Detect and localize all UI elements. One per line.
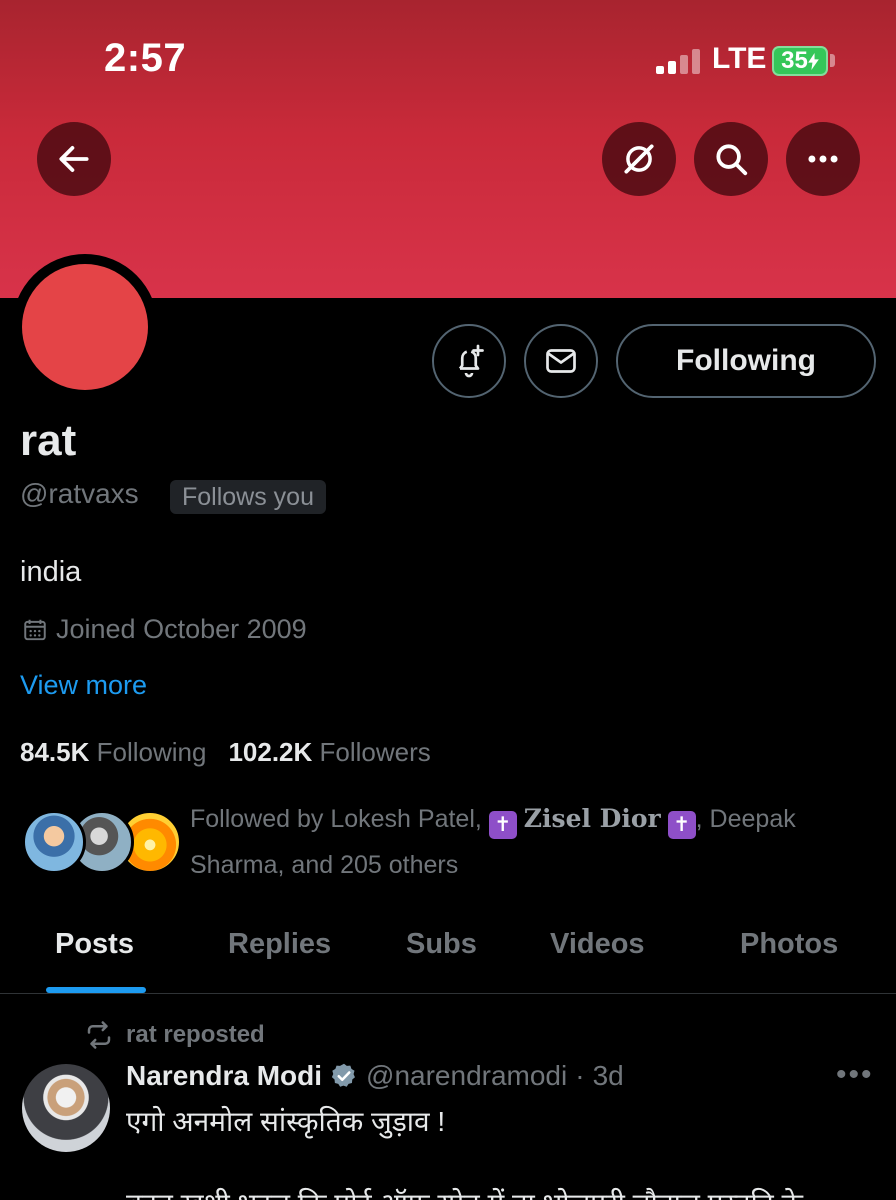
post-time: 3d <box>592 1060 624 1091</box>
message-button[interactable] <box>524 324 598 398</box>
battery-tip <box>830 54 835 67</box>
followed-by-fancy-name: 𝐙𝐢𝐬𝐞𝐥 𝐃𝐢𝐨𝐫 <box>523 804 661 833</box>
followers-count: 102.2K <box>228 737 313 767</box>
tab-replies[interactable]: Replies <box>228 928 331 961</box>
joined-label: Joined October 2009 <box>56 614 307 644</box>
repost-indicator: rat reposted <box>84 1020 265 1050</box>
follows-you-badge: Follows you <box>170 480 326 514</box>
display-name: rat <box>20 416 77 465</box>
joined-date: Joined October 2009 <box>22 614 307 645</box>
mutual-followers-avatars[interactable] <box>22 810 182 876</box>
following-label: Following <box>96 737 207 767</box>
post-author-name[interactable]: Narendra Modi <box>126 1060 322 1092</box>
calendar-icon <box>24 619 46 640</box>
tab-subs[interactable]: Subs <box>406 928 477 961</box>
following-count: 84.5K <box>20 737 90 767</box>
avatar-image <box>22 264 148 390</box>
more-button[interactable] <box>786 122 860 196</box>
network-label: LTE <box>712 42 767 75</box>
post-text: एगो अनमोल सांस्कृतिक जुड़ाव ! <box>126 1106 446 1137</box>
post-separator: · <box>575 1060 585 1091</box>
following-button[interactable]: Following <box>616 324 876 398</box>
grok-icon <box>624 144 654 174</box>
tab-photos[interactable]: Photos <box>740 928 838 961</box>
cross-emoji-icon: ✝ <box>667 811 696 839</box>
more-horizontal-icon <box>808 155 838 163</box>
post-more-button[interactable]: ••• <box>836 1058 874 1092</box>
followed-by-prefix: Followed by Lokesh Patel, <box>190 805 482 833</box>
profile-handle: @ratvaxs <box>20 478 139 509</box>
repost-label: rat reposted <box>126 1021 265 1048</box>
profile-bio: india <box>20 556 82 588</box>
tab-videos[interactable]: Videos <box>550 928 645 961</box>
battery-level: 35 <box>781 47 808 74</box>
search-icon <box>716 144 748 176</box>
profile-tabs: Posts Replies Subs Videos Photos <box>0 920 896 994</box>
post-text-partial: बहुत खुशी भइल कि पोर्ट ऑफ स्पेन में ना भ… <box>126 1184 803 1200</box>
notify-button[interactable] <box>432 324 506 398</box>
post-author-handle: @narendramodi <box>366 1060 568 1091</box>
mutual-avatar <box>22 810 86 874</box>
back-button[interactable] <box>37 122 111 196</box>
repost-icon <box>87 1021 111 1049</box>
arrow-left-icon <box>59 146 89 172</box>
charging-bolt-icon <box>808 52 819 70</box>
verified-badge-icon <box>331 1063 355 1087</box>
cross-emoji-icon: ✝ <box>488 811 517 839</box>
follow-stats: 84.5K Following 102.2K Followers <box>20 737 431 768</box>
active-tab-indicator <box>46 987 146 993</box>
battery-icon: 35 <box>772 46 828 76</box>
envelope-icon <box>546 349 576 373</box>
post-author-avatar[interactable] <box>22 1064 110 1152</box>
followed-by-text[interactable]: Followed by Lokesh Patel, ✝ 𝐙𝐢𝐬𝐞𝐥 𝐃𝐢𝐨𝐫 ✝… <box>190 796 840 888</box>
signal-icon <box>656 48 702 74</box>
followers-label: Followers <box>319 737 431 767</box>
tab-posts[interactable]: Posts <box>55 928 134 961</box>
search-button[interactable] <box>694 122 768 196</box>
followers-stat[interactable]: 102.2K Followers <box>228 737 430 768</box>
view-more-link[interactable]: View more <box>20 670 147 701</box>
bell-plus-icon <box>458 344 484 378</box>
grok-button[interactable] <box>602 122 676 196</box>
profile-avatar[interactable] <box>12 254 158 400</box>
post-header: Narendra Modi @narendramodi · 3d <box>126 1060 624 1092</box>
following-stat[interactable]: 84.5K Following <box>20 737 206 768</box>
status-time: 2:57 <box>104 36 187 80</box>
